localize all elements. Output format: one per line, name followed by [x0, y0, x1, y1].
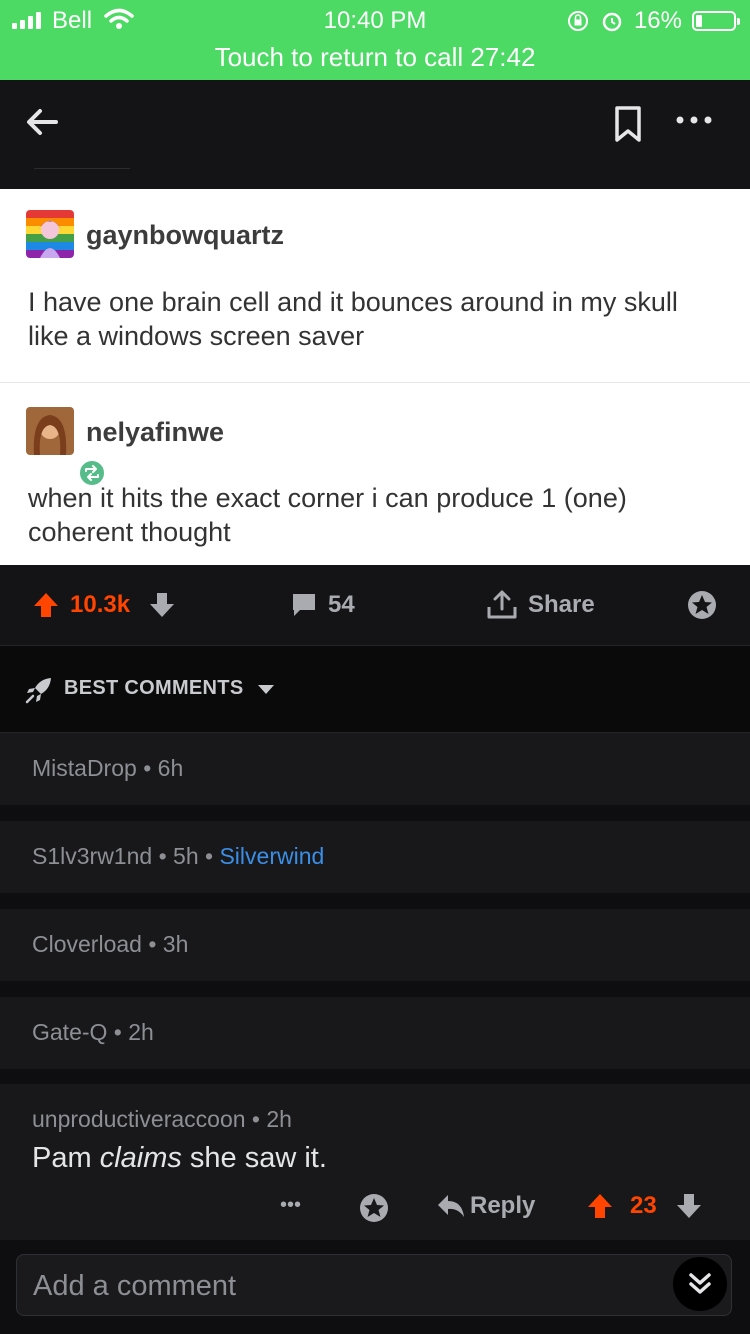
- post-username: nelyafinwe: [86, 417, 225, 447]
- alarm-icon: [602, 12, 622, 32]
- comment-age: 3h: [162, 931, 189, 957]
- post-image-block-1: gaynbowquartz I have one brain cell and …: [0, 189, 750, 382]
- share-button[interactable]: Share: [486, 565, 595, 645]
- scroll-to-next-button[interactable]: [673, 1257, 727, 1311]
- post-action-bar: 10.3k 54 Share: [0, 565, 750, 646]
- downvote-arrow-icon[interactable]: [675, 1192, 703, 1220]
- comment-meta: MistaDrop • 6h: [32, 755, 184, 781]
- comment-age: 5h: [173, 843, 199, 869]
- reply-label: Reply: [470, 1192, 536, 1219]
- comment-score: 23: [630, 1192, 657, 1219]
- comment-author: S1lv3rw1nd: [32, 843, 153, 869]
- comment-more-button[interactable]: •••: [280, 1194, 301, 1217]
- comment-vote-group: 23: [586, 1192, 703, 1220]
- comment-author: Gate-Q: [32, 1019, 108, 1045]
- comment-composer: [0, 1240, 750, 1334]
- bookmark-icon[interactable]: [612, 104, 644, 144]
- downvote-arrow-icon[interactable]: [148, 591, 176, 619]
- comments-button[interactable]: 54: [290, 565, 355, 645]
- reply-button[interactable]: Reply: [436, 1192, 535, 1220]
- comment-input[interactable]: [31, 1255, 675, 1317]
- comment-award-button[interactable]: [358, 1192, 390, 1224]
- battery-icon: [692, 11, 740, 31]
- comment-text-emphasis: claims: [99, 1142, 182, 1174]
- vote-group: 10.3k: [32, 565, 176, 645]
- reply-arrow-icon: [438, 1195, 464, 1217]
- collapsed-comment[interactable]: S1lv3rw1nd • 5h • Silverwind: [0, 821, 750, 893]
- award-icon: [360, 1194, 388, 1222]
- comment-body: Pam claims she saw it.: [32, 1142, 327, 1175]
- post-username: gaynbowquartz: [86, 220, 285, 250]
- collapsed-comment[interactable]: Cloverload • 3h: [0, 909, 750, 981]
- post-text: I have one brain cell and it bounces aro…: [28, 287, 678, 351]
- collapsed-comment[interactable]: MistaDrop • 6h: [0, 733, 750, 805]
- rocket-icon: [25, 678, 51, 704]
- comment-age: 2h: [128, 1019, 154, 1045]
- comment-text: Pam: [32, 1142, 100, 1174]
- comment-age: 2h: [266, 1106, 292, 1132]
- more-options-icon[interactable]: [672, 110, 716, 130]
- comment-author: Cloverload: [32, 931, 142, 957]
- comment-text: she saw it.: [181, 1142, 327, 1174]
- avatar: [26, 407, 106, 487]
- comment-input-box: [16, 1254, 732, 1317]
- comment-author: MistaDrop: [32, 755, 137, 781]
- comment-bubble-icon: [293, 594, 315, 616]
- post-image-block-2: nelyafinwe when it hits the exact corner…: [0, 383, 750, 565]
- share-label: Share: [528, 591, 595, 618]
- expanded-comment: unproductiveraccoon • 2h Pam claims she …: [0, 1084, 750, 1240]
- upvote-arrow-icon[interactable]: [586, 1192, 614, 1220]
- avatar: [26, 210, 74, 258]
- upvote-arrow-icon[interactable]: [32, 591, 60, 619]
- comment-meta: unproductiveraccoon • 2h: [32, 1106, 292, 1132]
- comment-age: 6h: [157, 755, 184, 781]
- status-bar: Bell 10:40 PM 16% Touch to return to cal…: [0, 0, 750, 80]
- chevron-down-icon: [258, 685, 274, 694]
- post-text: when it hits the exact corner i can prod…: [28, 483, 627, 547]
- nav-divider: [34, 168, 130, 169]
- award-button[interactable]: [686, 565, 718, 645]
- collapsed-comment[interactable]: Gate-Q • 2h: [0, 997, 750, 1069]
- upvote-count: 10.3k: [70, 591, 131, 618]
- comment-sort-bar[interactable]: BEST COMMENTS: [0, 646, 750, 733]
- orientation-lock-icon: [567, 11, 588, 31]
- back-arrow-icon[interactable]: [22, 102, 62, 142]
- return-to-call-banner[interactable]: Touch to return to call 27:42: [0, 42, 750, 73]
- comment-actions: ••• Reply 23: [0, 1180, 750, 1240]
- comment-author[interactable]: unproductiveraccoon: [32, 1106, 246, 1132]
- comment-meta: S1lv3rw1nd • 5h • Silverwind: [32, 843, 325, 869]
- comment-meta: Gate-Q • 2h: [32, 1019, 154, 1045]
- user-flair: Silverwind: [219, 843, 325, 869]
- sort-label: BEST COMMENTS: [64, 677, 244, 699]
- battery-percent: 16%: [633, 7, 682, 34]
- comment-meta: Cloverload • 3h: [32, 931, 189, 957]
- comment-count: 54: [328, 591, 355, 618]
- share-icon: [487, 590, 517, 619]
- double-chevron-down-icon: [689, 1273, 711, 1294]
- award-icon: [688, 591, 716, 619]
- top-nav-bar: [0, 80, 750, 189]
